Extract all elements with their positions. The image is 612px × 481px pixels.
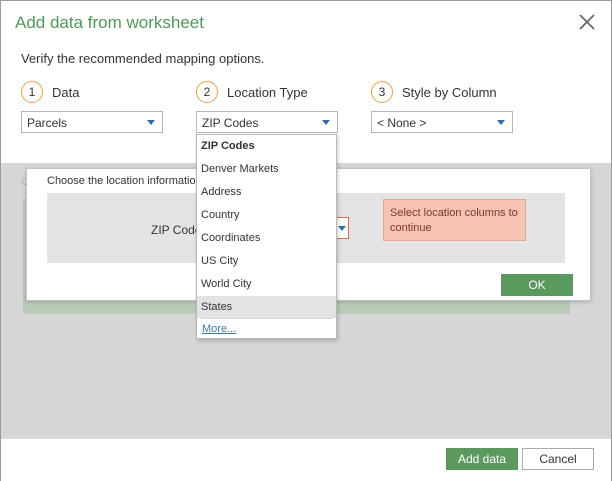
location-type-dropdown: ZIP Codes Denver Markets Address Country… — [196, 134, 337, 339]
dropdown-option[interactable]: Address — [197, 181, 336, 203]
step-number: 2 — [196, 81, 218, 103]
location-panel-title: Choose the location information — [47, 175, 202, 187]
dropdown-option[interactable]: Country — [197, 204, 336, 226]
location-type-select[interactable]: ZIP Codes — [196, 111, 338, 133]
add-data-dialog: Add data from worksheet Verify the recom… — [0, 0, 612, 481]
location-type-select-value: ZIP Codes — [202, 116, 259, 130]
data-select[interactable]: Parcels — [21, 111, 163, 133]
add-data-button[interactable]: Add data — [446, 448, 518, 470]
zip-code-column-select[interactable] — [337, 217, 349, 239]
data-select-value: Parcels — [27, 116, 68, 130]
dialog-title: Add data from worksheet — [15, 13, 204, 32]
ok-button[interactable]: OK — [501, 274, 573, 296]
step-label: Data — [52, 84, 80, 100]
step-style-by-column: 3 Style by Column — [371, 80, 497, 104]
step-location-type: 2 Location Type — [196, 80, 308, 104]
step-label: Style by Column — [402, 84, 497, 100]
dropdown-divider — [201, 318, 332, 319]
step-label: Location Type — [227, 84, 308, 100]
dropdown-option[interactable]: US City — [197, 250, 336, 272]
dialog-titlebar: Add data from worksheet — [1, 1, 611, 45]
chevron-down-icon — [497, 120, 505, 125]
more-link[interactable]: More... — [202, 323, 236, 335]
chevron-down-icon — [147, 120, 155, 125]
dialog-footer — [1, 438, 611, 481]
chevron-down-icon — [322, 120, 330, 125]
dropdown-option-highlighted[interactable]: States — [197, 296, 336, 318]
close-icon[interactable] — [577, 12, 597, 32]
dialog-subtitle: Verify the recommended mapping options. — [21, 51, 265, 66]
chevron-down-icon — [338, 226, 346, 231]
dropdown-option[interactable]: ZIP Codes — [197, 135, 336, 157]
step-data: 1 Data — [21, 80, 79, 104]
style-by-column-select[interactable]: < None > — [371, 111, 513, 133]
style-select-value: < None > — [377, 116, 427, 130]
cancel-button[interactable]: Cancel — [522, 448, 594, 470]
step-number: 3 — [371, 81, 393, 103]
dropdown-option[interactable]: World City — [197, 273, 336, 295]
zip-code-field-label: ZIP Code — [151, 223, 202, 237]
step-number: 1 — [21, 81, 43, 103]
dropdown-option[interactable]: Denver Markets — [197, 158, 336, 180]
location-warning: Select location columns to continue — [383, 199, 526, 241]
dropdown-option[interactable]: Coordinates — [197, 227, 336, 249]
